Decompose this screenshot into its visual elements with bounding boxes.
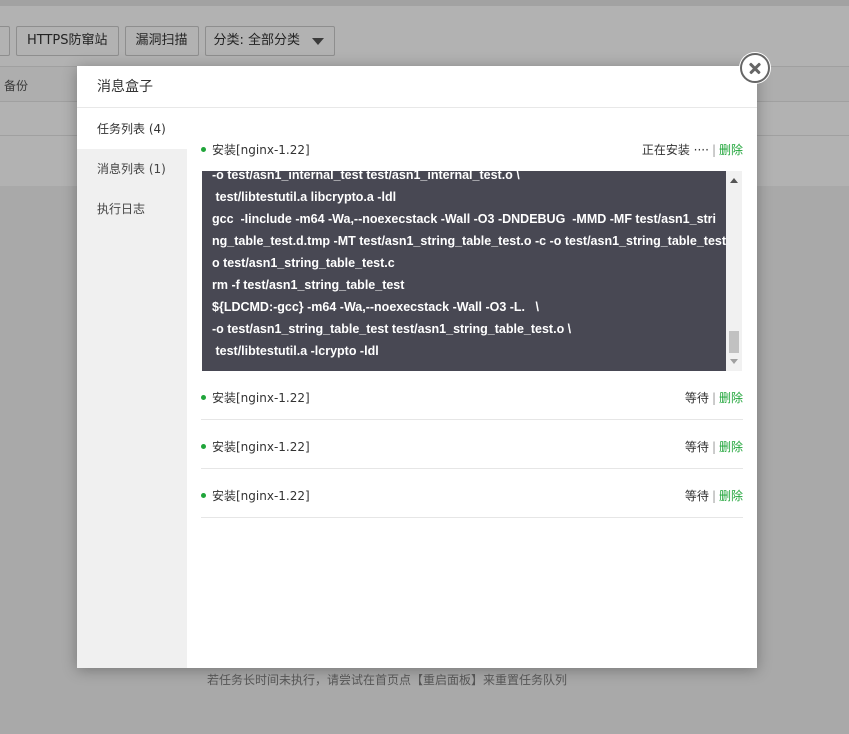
console-line: gcc -Iinclude -m64 -Wa,--noexecstack -Wa…: [212, 212, 717, 226]
console-line: test/libtestutil.a libcrypto.a -ldl: [212, 190, 397, 204]
nav-message-list[interactable]: 消息列表 (1): [77, 149, 187, 189]
footer-tip: 若任务长时间未执行，请尝试在首页点【重启面板】来重置任务队列: [207, 673, 568, 687]
scroll-thumb[interactable]: [729, 331, 739, 353]
task-status-text: 正在安装 ····: [641, 143, 709, 157]
task-name-text: 安装[nginx-1.22]: [212, 440, 310, 454]
delete-task-link[interactable]: 删除: [719, 440, 743, 454]
status-dot-icon: [201, 493, 206, 498]
separator: |: [711, 440, 716, 454]
delete-task-link[interactable]: 删除: [719, 391, 743, 405]
separator: |: [711, 143, 716, 157]
status-dot-icon: [201, 147, 206, 152]
separator: |: [711, 489, 716, 503]
pending-tasks: 安装[nginx-1.22] 等待 | 删除 安装[nginx-1.22] 等待 | 删…: [201, 371, 743, 518]
scroll-up-arrow-icon[interactable]: [730, 178, 738, 183]
task-status-text: 等待: [684, 489, 709, 503]
separator: |: [711, 391, 716, 405]
task-name-text: 安装[nginx-1.22]: [212, 489, 310, 503]
console-line: -o test/asn1_string_table_test test/asn1…: [212, 322, 572, 336]
task-name: 安装[nginx-1.22]: [201, 389, 310, 406]
task-name: 安装[nginx-1.22]: [201, 438, 310, 455]
console-scrollbar[interactable]: [726, 171, 742, 371]
nav-task-list[interactable]: 任务列表 (4): [77, 109, 187, 149]
task-status: 正在安装 ···· | 删除: [642, 141, 743, 158]
task-status-text: 等待: [684, 391, 709, 405]
task-name-text: 安装[nginx-1.22]: [212, 143, 310, 157]
console-line: -o test/asn1_internal_test test/asn1_int…: [212, 171, 520, 182]
task-status: 等待 | 删除: [685, 389, 743, 406]
side-nav: 任务列表 (4) 消息列表 (1) 执行日志: [77, 109, 187, 668]
task-name: 安装[nginx-1.22]: [201, 487, 310, 504]
delete-task-link[interactable]: 删除: [719, 143, 743, 157]
status-dot-icon: [201, 444, 206, 449]
task-status-text: 等待: [684, 440, 709, 454]
console-line: test/libtestutil.a -lcrypto -ldl: [212, 344, 379, 358]
status-dot-icon: [201, 395, 206, 400]
task-name: 安装[nginx-1.22]: [201, 141, 310, 158]
task-name-text: 安装[nginx-1.22]: [212, 391, 310, 405]
task-row: 安装[nginx-1.22] 等待 | 删除: [201, 469, 743, 518]
scroll-down-arrow-icon[interactable]: [730, 359, 738, 364]
console-line: rm -f test/asn1_string_table_test: [212, 278, 405, 292]
task-status: 等待 | 删除: [685, 487, 743, 504]
message-box-dialog: 消息盒子 任务列表 (4) 消息列表 (1) 执行日志 安装[nginx-1.2…: [77, 66, 757, 687]
console-line: ${LDCMD:-gcc} -m64 -Wa,--noexecstack -Wa…: [212, 300, 539, 314]
task-row: 安装[nginx-1.22] 等待 | 删除: [201, 371, 743, 420]
task-list-content: 安装[nginx-1.22] 正在安装 ···· | 删除 -o test/asn1…: [201, 109, 743, 668]
install-console-output[interactable]: -o test/asn1_internal_test test/asn1_int…: [202, 171, 742, 371]
task-status: 等待 | 删除: [685, 438, 743, 455]
task-row: 安装[nginx-1.22] 正在安装 ···· | 删除: [201, 109, 743, 157]
nav-exec-log[interactable]: 执行日志: [77, 189, 187, 229]
close-dialog-button[interactable]: [740, 53, 770, 83]
delete-task-link[interactable]: 删除: [719, 489, 743, 503]
dialog-body: 任务列表 (4) 消息列表 (1) 执行日志 安装[nginx-1.22] 正在…: [77, 109, 757, 687]
console-line: o test/asn1_string_table_test.c: [212, 256, 395, 270]
dialog-title: 消息盒子: [77, 66, 757, 108]
console-line: ng_table_test.d.tmp -MT test/asn1_string…: [212, 234, 730, 248]
task-row: 安装[nginx-1.22] 等待 | 删除: [201, 420, 743, 469]
console-lines: -o test/asn1_internal_test test/asn1_int…: [212, 171, 730, 362]
